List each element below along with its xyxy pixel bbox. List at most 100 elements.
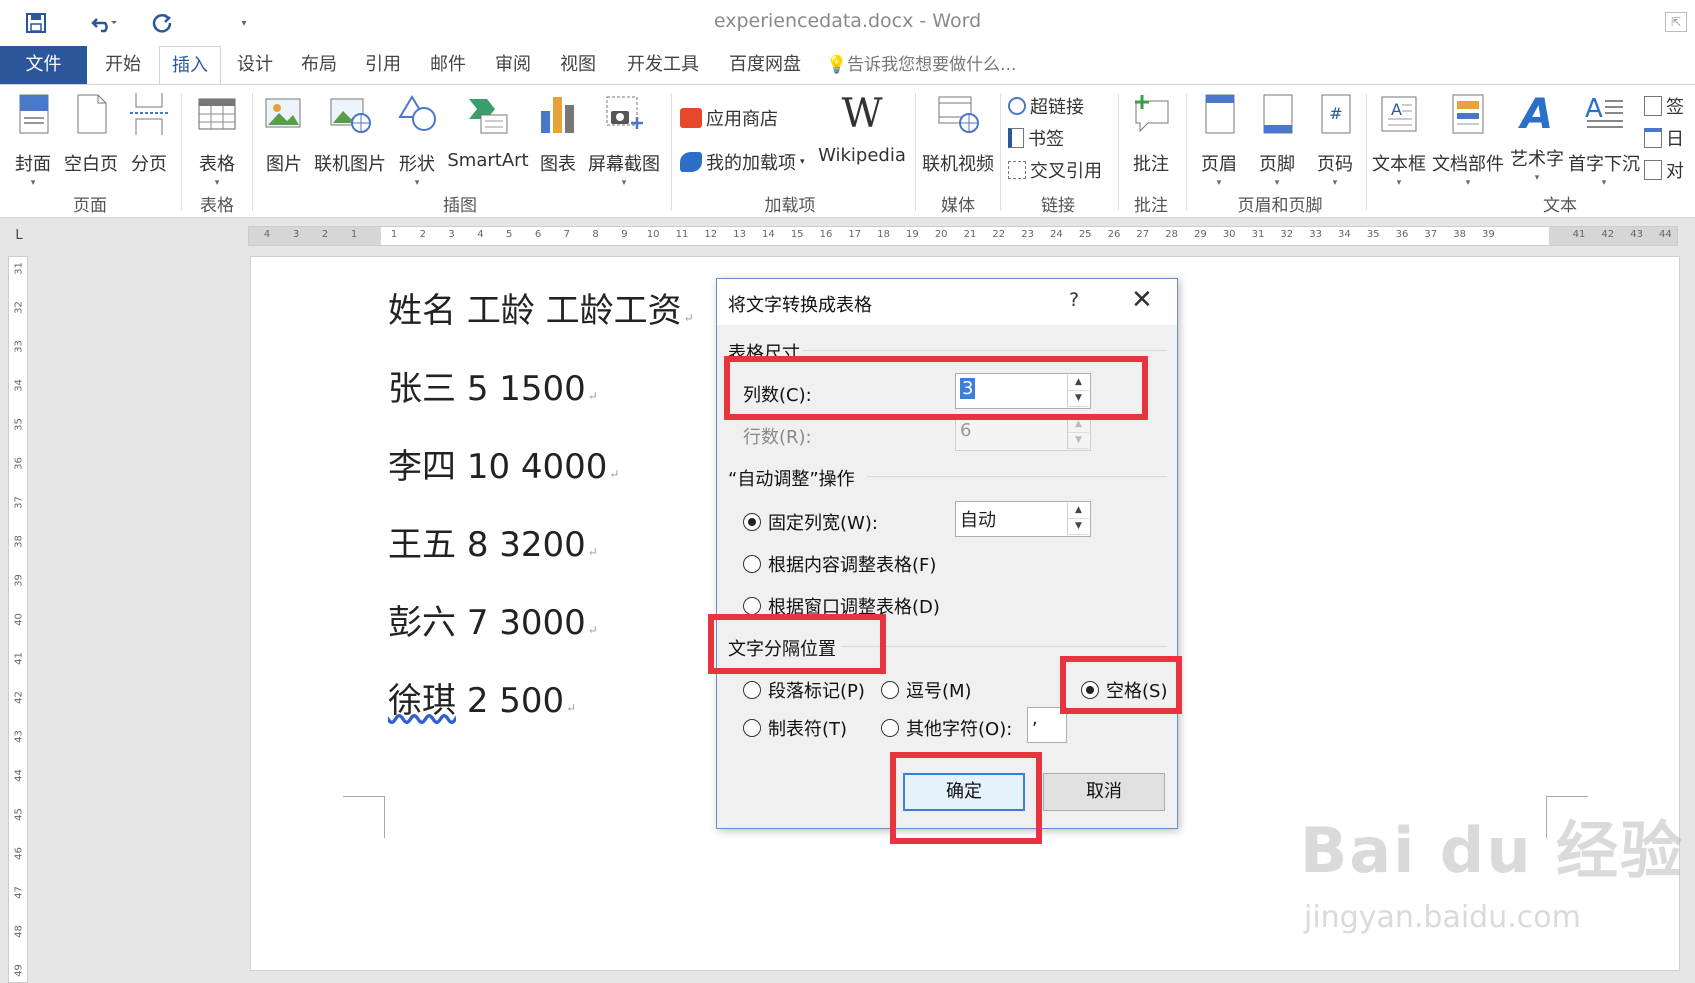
document-line[interactable]: 徐琪 2 500 ↵ (388, 673, 576, 722)
tab-references[interactable]: 引用 (355, 46, 411, 84)
vertical-ruler[interactable]: 31 32 33 34 35 36 37 38 39 40 41 42 43 44 45 46 47 48 49 (8, 256, 28, 983)
cover-page-button[interactable]: 封面 ▾ (10, 91, 56, 188)
wikipedia-button[interactable]: W Wikipedia (814, 91, 910, 166)
tab-layout[interactable]: 布局 (291, 46, 347, 84)
line-values: 工龄 工龄工资 (466, 291, 682, 331)
tab-file[interactable]: 文件 (0, 46, 87, 84)
cover-page-icon (19, 94, 49, 134)
quick-parts-button[interactable]: 文档部件 ▾ (1432, 91, 1504, 188)
paragraph-mark: ↵ (587, 389, 598, 403)
online-pictures-button[interactable]: 联机图片 (312, 91, 388, 176)
cross-reference-button[interactable]: 交叉引用 (1008, 157, 1102, 183)
ruler-tick: 32 (1280, 229, 1294, 240)
group-separator (1118, 93, 1119, 211)
shapes-button[interactable]: 形状 ▾ (394, 91, 440, 188)
tab-baidu-netdisk[interactable]: 百度网盘 (720, 46, 810, 84)
chart-button[interactable]: 图表 (536, 91, 580, 176)
online-video-button[interactable]: 联机视频 (920, 91, 996, 176)
table-button[interactable]: 表格 ▾ (192, 91, 242, 188)
tab-separator-radio[interactable]: 制表符(T) (743, 715, 847, 741)
page-number-label: 页码 (1317, 154, 1353, 175)
comment-button[interactable]: 批注 (1126, 91, 1176, 176)
comma-radio[interactable]: 逗号(M) (881, 677, 972, 703)
tab-mailings[interactable]: 邮件 (420, 46, 476, 84)
wordart-button[interactable]: A 艺术字 ▾ (1510, 91, 1564, 184)
document-line[interactable]: 姓名 工龄 工龄工资 ↵ (388, 283, 694, 332)
paragraph-mark: ↵ (683, 311, 694, 325)
textbox-button[interactable]: A 文本框 ▾ (1372, 91, 1426, 188)
online-video-label: 联机视频 (922, 154, 994, 175)
fixed-width-spinner[interactable]: 自动 ▲ ▼ (955, 501, 1091, 537)
page-break-button[interactable]: 分页 (126, 91, 172, 176)
fixed-width-value[interactable]: 自动 (960, 506, 996, 532)
tab-insert[interactable]: 插入 (159, 46, 221, 85)
fixed-width-radio[interactable]: 固定列宽(W): (743, 509, 878, 535)
line-values: 2 500 (466, 681, 565, 721)
header-button[interactable]: 页眉 ▾ (1196, 91, 1242, 188)
paragraph-mark: ↵ (566, 701, 577, 715)
hyperlink-button[interactable]: 超链接 (1008, 93, 1084, 119)
ruler-tick: 17 (848, 229, 862, 240)
group-separator (1000, 93, 1001, 211)
pictures-button[interactable]: 图片 (262, 91, 306, 176)
office-store-button[interactable]: 应用商店 (680, 105, 778, 131)
comment-label: 批注 (1133, 154, 1169, 175)
restore-icon[interactable]: ⇱ (1665, 12, 1687, 32)
drop-cap-button[interactable]: A 首字下沉 ▾ (1568, 91, 1640, 188)
other-char-label: 其他字符(O): (906, 719, 1013, 740)
line-name: 徐琪 (388, 681, 456, 721)
other-char-radio[interactable]: 其他字符(O): (881, 715, 1012, 741)
my-addins-button[interactable]: 我的加载项 ▾ (680, 149, 805, 175)
highlight-space (1060, 656, 1182, 714)
ruler-tick: 19 (906, 229, 919, 240)
tab-review[interactable]: 审阅 (485, 46, 541, 84)
document-line[interactable]: 彭六 7 3000 ↵ (388, 595, 598, 644)
svg-text:A: A (1391, 100, 1402, 119)
close-icon[interactable]: ✕ (1131, 285, 1153, 315)
spin-up-icon[interactable]: ▲ (1068, 503, 1089, 519)
document-line[interactable]: 李四 10 4000 ↵ (388, 439, 619, 488)
footer-button[interactable]: 页脚 ▾ (1254, 91, 1300, 188)
autofit-content-label: 根据内容调整表格(F) (768, 555, 937, 576)
ruler-tick: 36 (13, 457, 25, 470)
online-video-icon (938, 96, 979, 133)
paragraph-mark-radio[interactable]: 段落标记(P) (743, 677, 865, 703)
ruler-tick: 30 (1222, 229, 1236, 240)
screenshot-button[interactable]: 屏幕截图 ▾ (586, 91, 662, 188)
horizontal-ruler[interactable]: 4 3 2 1 1 2 3 4 5 6 7 8 9 10 11 12 13 14 15 16 17 18 19 20 21 22 2… (248, 226, 1678, 246)
tab-separator-label: 制表符(T) (768, 719, 848, 740)
tell-me-search[interactable]: 💡告诉我您想要做什么... (826, 46, 1016, 84)
tab-view[interactable]: 视图 (550, 46, 606, 84)
ruler-tick: 6 (534, 229, 542, 240)
tell-me-text: 告诉我您想要做什么... (847, 55, 1017, 75)
ruler-tick: 25 (1078, 229, 1092, 240)
group-separator (915, 93, 916, 211)
ruler-tick: 41 (13, 652, 25, 665)
cancel-button[interactable]: 取消 (1043, 773, 1165, 811)
group-separator (671, 93, 672, 211)
group-links-label: 链接 (1041, 196, 1075, 216)
object-button[interactable]: 对 (1644, 157, 1684, 183)
help-icon[interactable]: ? (1069, 289, 1079, 311)
tab-selector[interactable]: L (10, 228, 28, 246)
page-number-button[interactable]: # 页码 ▾ (1312, 91, 1358, 188)
tab-developer[interactable]: 开发工具 (618, 46, 708, 84)
document-line[interactable]: 张三 5 1500 ↵ (388, 361, 598, 410)
ruler-tick: 16 (819, 229, 833, 240)
autofit-content-radio[interactable]: 根据内容调整表格(F) (743, 551, 936, 577)
spin-down-icon[interactable]: ▼ (1068, 519, 1089, 535)
date-time-button[interactable]: 日 (1644, 125, 1684, 151)
textbox-label: 文本框 (1372, 154, 1426, 175)
document-line[interactable]: 王五 8 3200 ↵ (388, 517, 598, 566)
blank-page-button[interactable]: 空白页 (62, 91, 120, 176)
ruler-tick: 7 (563, 229, 570, 240)
signature-line-button[interactable]: 签 (1644, 93, 1684, 119)
highlight-separator (708, 614, 886, 674)
smartart-button[interactable]: SmartArt (446, 91, 530, 171)
table-icon (198, 98, 236, 130)
line-values: 5 1500 (466, 369, 586, 409)
table-label: 表格 (199, 154, 235, 175)
tab-home[interactable]: 开始 (95, 46, 151, 84)
bookmark-button[interactable]: 书签 (1008, 125, 1064, 151)
tab-design[interactable]: 设计 (227, 46, 283, 84)
